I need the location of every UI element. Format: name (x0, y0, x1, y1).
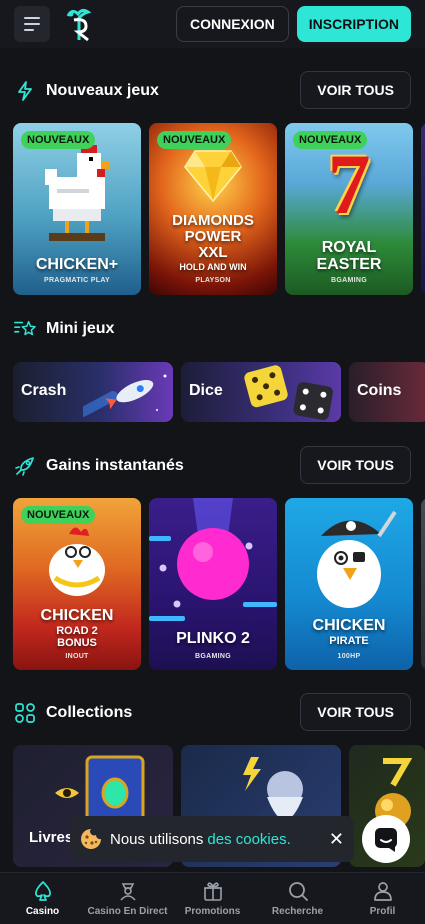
new-badge: NOUVEAUX (21, 131, 96, 149)
section-title: Mini jeux (46, 320, 115, 337)
see-all-button[interactable]: VOIR TOUS (300, 693, 411, 731)
game-card-partial[interactable] (421, 498, 425, 670)
chicken-pixel-art (45, 145, 109, 241)
game-title-line-1: ROYAL (321, 239, 377, 256)
rocket-outline-icon (14, 455, 36, 477)
pirate-chicken-character (317, 510, 397, 608)
game-title: PLINKO 2 (176, 630, 250, 647)
chicken-character (49, 527, 105, 596)
new-badge: NOUVEAUX (293, 131, 368, 149)
mini-game-crash[interactable]: Crash (13, 362, 173, 422)
user-icon (373, 882, 392, 901)
bottom-navigation: Casino Casino En Direct Promotions Reche… (0, 872, 425, 924)
cookie-link[interactable]: des cookies. (207, 831, 290, 848)
section-instant-header: Gains instantanés VOIR TOUS (0, 446, 425, 486)
game-provider: PLAYSON (195, 277, 231, 284)
signup-button[interactable]: INSCRIPTION (296, 6, 411, 42)
nav-label: Profil (369, 906, 396, 917)
mini-games-row: Crash Dice Coins (13, 362, 425, 422)
section-mini-games-header: Mini jeux (0, 309, 425, 349)
section-title: Collections (46, 704, 133, 721)
mini-game-dice[interactable]: Dice (181, 362, 341, 422)
game-card-chicken-road-2[interactable]: NOUVEAUX CHICKEN ROAD 2 BONUS INOUT (13, 498, 141, 670)
game-subtitle: HOLD AND WIN (179, 262, 247, 272)
menu-button[interactable] (14, 6, 50, 42)
game-card-diamonds-power[interactable]: NOUVEAUX DIAMONDS POWER XXL HOLD AND WIN… (149, 123, 277, 295)
section-title: Gains instantanés (46, 457, 184, 474)
close-icon[interactable]: ✕ (329, 829, 344, 850)
mini-game-label: Dice (189, 382, 223, 399)
seven-symbol: 7 (327, 136, 371, 232)
game-title: CHICKEN (40, 607, 114, 624)
see-all-button[interactable]: VOIR TOUS (300, 446, 411, 484)
game-subtitle-line-2: BONUS (57, 637, 97, 649)
section-new-games-header: Nouveaux jeux VOIR TOUS (0, 71, 425, 111)
login-button[interactable]: CONNEXION (175, 6, 289, 42)
game-card-plinko-2[interactable]: PLINKO 2 BGAMING (149, 498, 277, 670)
game-subtitle: PIRATE (329, 635, 369, 647)
nav-item-live-casino[interactable]: Casino En Direct (85, 873, 170, 924)
gift-icon (203, 882, 222, 901)
game-provider: INOUT (65, 653, 89, 660)
game-provider: BGAMING (195, 653, 231, 660)
game-title: CHICKEN+ (35, 256, 119, 273)
top-header: CONNEXION INSCRIPTION (0, 0, 425, 48)
search-icon (288, 882, 308, 901)
new-badge: NOUVEAUX (157, 131, 232, 149)
casino-page: CONNEXION INSCRIPTION Nouveaux jeux VOIR… (0, 0, 425, 924)
game-title-line-2: EASTER (316, 256, 382, 273)
menu-icon (24, 17, 40, 19)
new-games-row: NOUVEAUX CHICKEN+ PRAGMATIC PLAY NOUVEAU… (13, 123, 425, 295)
game-title: CHICKEN (312, 617, 386, 634)
game-title-line-2: POWER (184, 228, 242, 245)
game-card-chicken-plus[interactable]: NOUVEAUX CHICKEN+ PRAGMATIC PLAY (13, 123, 141, 295)
mini-game-label: Coins (357, 382, 402, 399)
nav-item-promotions[interactable]: Promotions (170, 873, 255, 924)
mini-game-label: Crash (21, 382, 67, 399)
game-provider: PRAGMATIC PLAY (43, 277, 111, 284)
chat-button[interactable] (362, 815, 410, 863)
nav-label: Promotions (184, 906, 241, 917)
collection-label: Livres (29, 829, 74, 846)
game-card-partial[interactable] (421, 123, 425, 295)
nav-item-search[interactable]: Recherche (255, 873, 340, 924)
nav-item-casino[interactable]: Casino (0, 873, 85, 924)
nav-label: Casino (25, 906, 60, 917)
instant-games-row: NOUVEAUX CHICKEN ROAD 2 BONUS INOUT PLIN… (13, 498, 425, 670)
game-subtitle-line-1: ROAD 2 (56, 625, 98, 637)
game-provider: BGAMING (331, 277, 367, 284)
chat-icon (375, 828, 397, 852)
nav-label: Casino En Direct (87, 906, 168, 917)
nav-label: Recherche (271, 906, 324, 917)
game-card-royal-easter[interactable]: 7 NOUVEAUX ROYAL EASTER BGAMING (285, 123, 413, 295)
cookie-icon (81, 829, 101, 849)
menu-icon-line-short (24, 29, 34, 31)
dealer-icon (119, 883, 136, 901)
brand-logo[interactable] (62, 6, 94, 42)
dice-icon (244, 365, 333, 420)
spade-icon (34, 881, 51, 901)
game-title-line-1: DIAMONDS (172, 212, 254, 229)
section-title: Nouveaux jeux (46, 82, 159, 99)
mini-game-coins[interactable]: Coins (349, 362, 425, 422)
see-all-button[interactable]: VOIR TOUS (300, 71, 411, 109)
cookie-banner: Nous utilisons des cookies. ✕ (70, 816, 354, 862)
grid-icon (14, 702, 36, 724)
game-card-chicken-pirate[interactable]: CHICKEN PIRATE 100HP (285, 498, 413, 670)
sparkle-list-icon (14, 318, 36, 340)
menu-icon-line (24, 23, 40, 25)
lightning-icon (14, 80, 36, 102)
new-badge: NOUVEAUX (21, 506, 96, 524)
rocket-icon (83, 374, 167, 417)
diamond-icon (184, 150, 242, 203)
game-title-line-3: XXL (198, 244, 228, 261)
cookie-text: Nous utilisons (110, 830, 204, 848)
game-provider: 100HP (337, 653, 361, 660)
nav-item-profile[interactable]: Profil (340, 873, 425, 924)
section-collections-header: Collections VOIR TOUS (0, 693, 425, 733)
